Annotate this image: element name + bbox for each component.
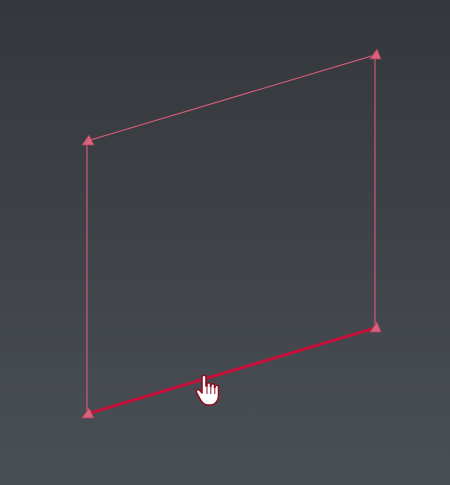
top-edge[interactable] <box>86 54 376 142</box>
vertex-bottom-right[interactable] <box>369 321 382 333</box>
vertex-top-left[interactable] <box>81 134 95 146</box>
bottom-edge-highlighted[interactable] <box>86 326 376 416</box>
wireframe-scene[interactable] <box>0 0 450 485</box>
vertex-top-right[interactable] <box>369 48 382 60</box>
3d-viewport[interactable] <box>0 0 450 485</box>
